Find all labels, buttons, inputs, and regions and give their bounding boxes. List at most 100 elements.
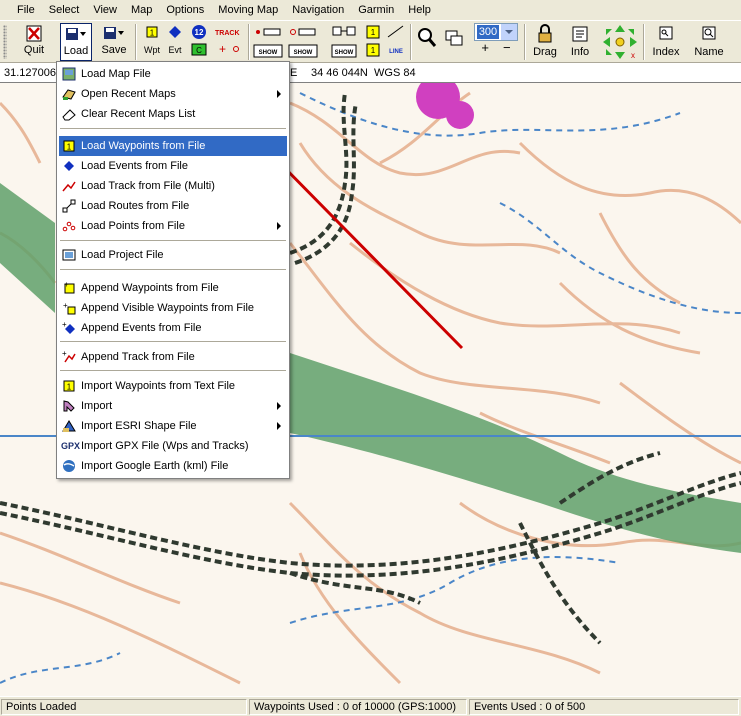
- menu-file[interactable]: File: [10, 1, 42, 19]
- menu-moving-map[interactable]: Moving Map: [211, 1, 285, 19]
- menu-item-open-recent-maps[interactable]: Open Recent Maps: [59, 84, 287, 104]
- event-count-button[interactable]: 12 C: [187, 23, 211, 61]
- eraser-icon: [62, 109, 76, 121]
- waypoint-tool-button[interactable]: 1 Wpt: [141, 23, 163, 61]
- pan-control[interactable]: x: [600, 23, 640, 61]
- longitude-hemisphere: E: [290, 67, 298, 79]
- status-waypoints: Waypoints Used : 0 of 10000 (GPS:1000): [249, 699, 467, 715]
- map-marker: [446, 101, 474, 129]
- svg-text:x: x: [631, 51, 635, 60]
- svg-text:SHOW: SHOW: [259, 50, 278, 56]
- zoom-out-icon[interactable]: −: [503, 41, 511, 55]
- submenu-arrow-icon: [277, 422, 281, 430]
- status-events: Events Used : 0 of 500: [469, 699, 739, 715]
- menu-item-load-events[interactable]: Load Events from File: [59, 156, 287, 176]
- waypoint-select-icon: 1 1: [366, 25, 380, 57]
- menu-item-append-track[interactable]: + Append Track from File: [59, 347, 287, 367]
- import-icon: [63, 400, 75, 412]
- line-tool-button[interactable]: LINE: [385, 23, 407, 61]
- menu-map[interactable]: Map: [124, 1, 159, 19]
- line-icon: LINE: [387, 25, 404, 55]
- name-search-icon: [702, 26, 716, 40]
- load-button[interactable]: Load: [60, 23, 92, 61]
- waypoint-select-button[interactable]: 1 1: [363, 23, 385, 61]
- quit-button[interactable]: Quit: [21, 23, 47, 61]
- menu-separator: [60, 240, 286, 242]
- waypoint-icon: 1: [63, 140, 75, 152]
- zoom-select[interactable]: 300: [474, 23, 518, 41]
- info-button[interactable]: Info: [566, 23, 594, 61]
- windows-icon: [445, 30, 463, 46]
- menu-navigation[interactable]: Navigation: [285, 1, 351, 19]
- menu-item-import-esri[interactable]: Import ESRI Shape File: [59, 416, 287, 436]
- load-dropdown-menu: Load Map File Open Recent Maps Clear Rec…: [56, 61, 290, 479]
- esri-icon: [62, 420, 76, 432]
- event-count-icon: 12 C: [191, 25, 207, 56]
- append-event-icon: +: [62, 321, 75, 334]
- latitude-readout: 34 46 044N: [311, 67, 368, 79]
- drag-label: Drag: [533, 46, 557, 58]
- menu-item-import[interactable]: Import: [59, 396, 287, 416]
- svg-text:1: 1: [67, 383, 72, 392]
- menu-item-import-waypoints-text[interactable]: 1 Import Waypoints from Text File: [59, 376, 287, 396]
- datum-readout: WGS 84: [374, 67, 416, 79]
- info-label: Info: [570, 46, 590, 58]
- save-button[interactable]: Save: [99, 23, 129, 61]
- menu-item-import-gpx[interactable]: GPX Import GPX File (Wps and Tracks): [59, 436, 287, 456]
- zoom-in-icon[interactable]: +: [481, 41, 489, 55]
- google-earth-icon: [63, 460, 75, 472]
- svg-text:C: C: [196, 46, 202, 55]
- svg-text:TRACK: TRACK: [215, 30, 240, 37]
- toolbar-separator: [410, 24, 412, 60]
- submenu-arrow-icon: [277, 90, 281, 98]
- svg-text:1: 1: [150, 29, 155, 38]
- save-icon: [104, 27, 124, 39]
- zoom-button[interactable]: [415, 23, 439, 61]
- chevron-down-icon[interactable]: [501, 24, 517, 40]
- svg-text:+: +: [62, 350, 67, 358]
- status-message: Points Loaded: [1, 699, 247, 715]
- wpt-label: Wpt: [143, 45, 160, 55]
- toolbar-separator: [248, 24, 250, 60]
- toolbar: Quit Load Save 1 Wpt Evt 12 C TRACK + SH…: [0, 20, 741, 63]
- track-tool-button[interactable]: TRACK +: [213, 23, 245, 61]
- menu-item-load-points[interactable]: Load Points from File: [59, 216, 287, 236]
- menu-options[interactable]: Options: [159, 1, 211, 19]
- menu-item-load-waypoints[interactable]: 1 Load Waypoints from File: [59, 136, 287, 156]
- svg-text:+: +: [219, 42, 226, 56]
- track-icon: [62, 181, 76, 192]
- points-show-icon: SHOW: [288, 28, 318, 58]
- menu-item-load-routes[interactable]: Load Routes from File: [59, 196, 287, 216]
- waypoint-show-icon: SHOW: [331, 26, 357, 58]
- menu-item-clear-recent-maps[interactable]: Clear Recent Maps List: [59, 104, 287, 124]
- waypoint-flag-icon: 1: [146, 26, 158, 38]
- toolbar-grip[interactable]: [3, 25, 7, 59]
- toolbar-separator: [524, 24, 526, 60]
- menu-item-load-map-file[interactable]: Load Map File: [59, 64, 287, 84]
- event-diamond-icon: [64, 161, 74, 171]
- points-show-button[interactable]: SHOW: [287, 23, 319, 61]
- index-button[interactable]: Index: [648, 23, 684, 61]
- longitude-readout: 31.127006: [4, 67, 56, 79]
- menu-item-append-visible-waypoints[interactable]: + Append Visible Waypoints from File: [59, 298, 287, 318]
- menu-item-import-google-earth[interactable]: Import Google Earth (kml) File: [59, 456, 287, 476]
- menu-item-load-track[interactable]: Load Track from File (Multi): [59, 176, 287, 196]
- name-button[interactable]: Name: [690, 23, 728, 61]
- lock-icon: [538, 24, 552, 43]
- pan-arrows-icon: x: [603, 25, 637, 60]
- event-tool-button[interactable]: Evt: [164, 23, 186, 61]
- menu-item-append-events[interactable]: + Append Events from File: [59, 318, 287, 338]
- map-file-icon: [62, 67, 76, 81]
- menu-view[interactable]: View: [86, 1, 124, 19]
- menu-item-append-waypoints[interactable]: + Append Waypoints from File: [59, 278, 287, 298]
- menu-help[interactable]: Help: [401, 1, 438, 19]
- window-button[interactable]: [442, 23, 466, 61]
- route-show-button[interactable]: SHOW: [252, 23, 284, 61]
- drag-button[interactable]: Drag: [530, 23, 560, 61]
- menu-garmin[interactable]: Garmin: [351, 1, 401, 19]
- track-icon: TRACK +: [215, 30, 240, 56]
- menu-item-load-project[interactable]: Load Project File: [59, 245, 287, 265]
- waypoint-show-button[interactable]: SHOW: [330, 23, 358, 61]
- menu-select[interactable]: Select: [42, 1, 87, 19]
- info-icon: [572, 26, 588, 42]
